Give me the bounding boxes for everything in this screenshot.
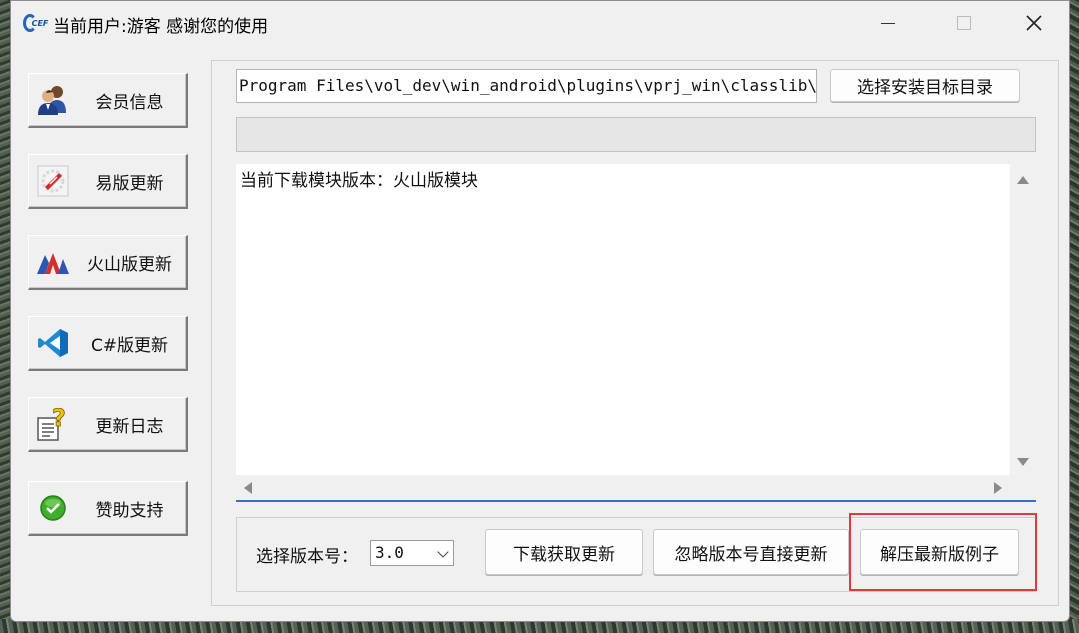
sidebar-item-label: 更新日志 — [95, 416, 164, 437]
ignore-version-update-button[interactable]: 忽略版本号直接更新 — [653, 529, 849, 575]
users-icon — [35, 82, 71, 118]
download-update-button[interactable]: 下载获取更新 — [485, 529, 643, 575]
scroll-down-icon[interactable] — [1017, 458, 1029, 466]
sidebar-item-sponsor[interactable]: 赞助支持 — [28, 481, 188, 536]
minimize-button[interactable] — [865, 7, 911, 39]
download-progress-bar — [236, 117, 1036, 152]
svg-text:?: ? — [52, 406, 66, 432]
sidebar-item-member-info[interactable]: 会员信息 — [28, 73, 188, 128]
sidebar-item-label: 赞助支持 — [95, 500, 164, 521]
version-value: 3.0 — [375, 543, 404, 562]
vertical-scrollbar[interactable] — [1010, 164, 1036, 475]
sidebar-item-label: 火山版更新 — [87, 254, 172, 275]
scroll-left-icon[interactable] — [244, 482, 252, 494]
title-bar[interactable]: CEF 当前用户:游客 感谢您的使用 — [11, 1, 1069, 45]
maximize-button[interactable] — [941, 7, 987, 39]
updater-window: CEF 当前用户:游客 感谢您的使用 会员信息 易版更新 火山版更新 C#版更新… — [10, 0, 1070, 622]
e-lang-icon — [35, 163, 71, 199]
maximize-icon — [957, 16, 971, 30]
sidebar-item-e-update[interactable]: 易版更新 — [28, 154, 188, 209]
sidebar-item-volcano-update[interactable]: 火山版更新 — [28, 235, 188, 290]
volcano-icon — [35, 244, 71, 280]
sidebar-item-label: 易版更新 — [95, 173, 164, 194]
install-path-input[interactable]: Program Files\vol_dev\win_android\plugin… — [236, 69, 817, 103]
check-circle-icon — [35, 490, 71, 526]
app-logo-icon: CEF — [23, 13, 48, 33]
choose-install-dir-button[interactable]: 选择安装目标目录 — [830, 69, 1020, 102]
sidebar-item-label: 会员信息 — [95, 92, 164, 113]
chevron-down-icon — [437, 546, 449, 558]
highlight-box — [849, 513, 1037, 591]
horizontal-scrollbar[interactable] — [236, 475, 1036, 500]
scroll-up-icon[interactable] — [1017, 176, 1029, 184]
sidebar-item-changelog[interactable]: ? 更新日志 — [28, 397, 188, 452]
sidebar-item-csharp-update[interactable]: C#版更新 — [28, 316, 188, 371]
log-textarea[interactable]: 当前下载模块版本：火山版模块 — [236, 164, 1036, 502]
vscode-icon — [35, 325, 71, 361]
minimize-icon — [881, 22, 895, 24]
scroll-right-icon[interactable] — [994, 482, 1002, 494]
sidebar-item-label: C#版更新 — [90, 335, 169, 356]
close-icon — [1026, 15, 1042, 31]
version-select[interactable]: 3.0 — [370, 540, 454, 566]
window-title: 当前用户:游客 感谢您的使用 — [53, 17, 269, 37]
version-label: 选择版本号： — [256, 547, 358, 567]
close-button[interactable] — [1011, 7, 1057, 39]
log-question-icon: ? — [35, 406, 71, 442]
log-text: 当前下载模块版本：火山版模块 — [240, 171, 478, 191]
